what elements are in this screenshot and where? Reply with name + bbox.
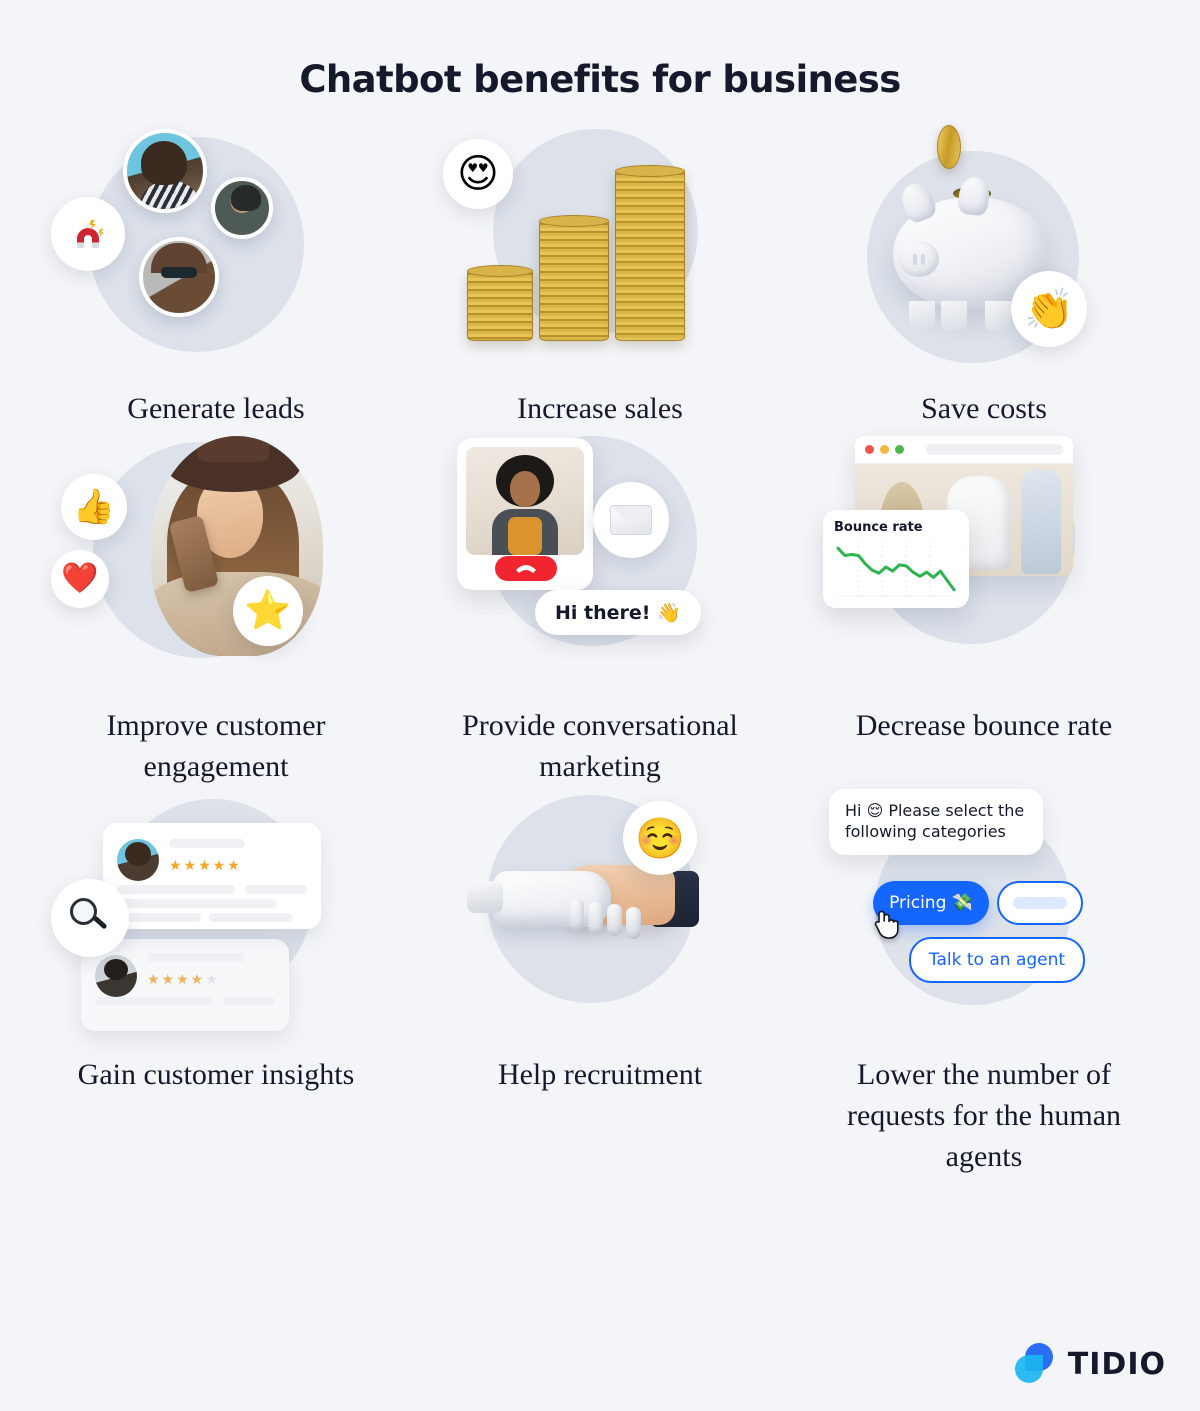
heart-eyes-emoji-icon: 😍 <box>443 139 513 209</box>
chat-message-bubble: Hi 😌 Please select the following categor… <box>829 789 1043 855</box>
clapping-hands-emoji-icon: 👏 <box>1011 271 1087 347</box>
piggy-snout <box>899 241 939 277</box>
illustration-lower-requests: Hi 😌 Please select the following categor… <box>819 787 1149 1035</box>
coin-stack-medium <box>539 215 609 341</box>
piggy-leg <box>909 301 935 331</box>
illustration-save-costs: 👏 <box>819 119 1149 371</box>
benefit-card-increase-sales: 😍 Increase sales <box>408 119 792 430</box>
minimize-icon[interactable] <box>880 444 889 454</box>
benefit-label: Lower the number of requests for the hum… <box>846 1058 1122 1173</box>
bounce-rate-line-chart <box>836 539 956 597</box>
benefit-label: Save costs <box>921 392 1047 425</box>
magnet-icon <box>51 197 125 271</box>
benefit-card-lower-requests: Hi 😌 Please select the following categor… <box>792 787 1176 1177</box>
thumbs-up-emoji-icon: 👍 <box>61 473 127 540</box>
video-call-card <box>457 437 593 590</box>
benefit-label: Generate leads <box>127 392 305 425</box>
envelope-icon <box>593 481 669 558</box>
face <box>510 470 540 507</box>
browser-titlebar <box>855 435 1073 464</box>
close-icon[interactable] <box>865 444 874 454</box>
illustration-improve-engagement: 👍 ❤️ ⭐ <box>51 430 381 682</box>
benefit-card-help-recruitment: ☺️ Help recruitment <box>408 787 792 1177</box>
maximize-icon[interactable] <box>895 444 904 454</box>
piggy-leg <box>985 301 1011 331</box>
benefit-card-improve-engagement: 👍 ❤️ ⭐ Improve customer engagement <box>24 430 408 788</box>
benefit-card-decrease-bounce-rate: Bounce rate Decrease bounce rate <box>792 430 1176 788</box>
red-heart-emoji-icon: ❤️ <box>51 549 109 608</box>
benefits-grid: Generate leads 😍 Increase sales 👏 Save c… <box>0 119 1200 1178</box>
coin-stack-small <box>467 265 533 341</box>
star-emoji-icon: ⭐ <box>233 575 303 646</box>
quick-reply-placeholder-button[interactable] <box>997 881 1083 926</box>
benefit-card-customer-insights: ★★★★★ ★★★★★ Gain customer insights <box>24 787 408 1177</box>
body <box>492 508 558 555</box>
rating-stars: ★★★★★ <box>169 857 242 874</box>
benefit-label: Help recruitment <box>497 1058 703 1092</box>
avatar <box>139 237 219 317</box>
benefit-card-save-costs: 👏 Save costs <box>792 119 1176 430</box>
tidio-wordmark: TIDIO <box>1067 1346 1166 1382</box>
benefit-card-conversational-marketing: Hi there! 👋 Provide conversational marke… <box>408 430 792 788</box>
magnifying-glass-icon <box>51 879 129 958</box>
robot-fingers <box>569 899 647 940</box>
pointer-cursor-icon <box>873 909 899 940</box>
coin-stack-large <box>615 165 685 341</box>
quick-reply-talk-to-agent-button[interactable]: Talk to an agent <box>909 937 1085 984</box>
end-call-button[interactable] <box>495 555 557 581</box>
benefit-label: Increase sales <box>517 392 683 425</box>
handshake-robot-human <box>467 865 699 940</box>
illustration-increase-sales: 😍 <box>435 119 765 371</box>
chart-title: Bounce rate <box>834 519 923 535</box>
jeans-product <box>1021 469 1061 574</box>
bounce-rate-chart-card: Bounce rate <box>823 509 969 608</box>
review-card: ★★★★★ <box>103 823 321 930</box>
tidio-logo: TIDIO <box>1014 1343 1166 1385</box>
avatar <box>123 129 207 213</box>
rating-stars: ★★★★★ <box>147 971 220 988</box>
video-call-photo <box>466 446 584 555</box>
illustration-help-recruitment: ☺️ <box>435 787 765 1035</box>
illustration-decrease-bounce-rate: Bounce rate <box>819 430 1149 682</box>
benefit-label: Decrease bounce rate <box>855 708 1113 742</box>
avatar <box>95 955 137 998</box>
benefit-card-generate-leads: Generate leads <box>24 119 408 430</box>
hat <box>165 435 301 492</box>
benefit-label: Improve customer engagement <box>106 708 326 783</box>
relieved-smile-emoji-icon: ☺️ <box>623 801 697 876</box>
tidio-mark-icon <box>1014 1343 1057 1385</box>
illustration-generate-leads <box>51 119 381 371</box>
falling-coin-icon <box>937 125 961 169</box>
avatar <box>211 177 273 239</box>
illustration-customer-insights: ★★★★★ ★★★★★ <box>51 787 381 1035</box>
piggy-leg <box>941 301 967 331</box>
review-card: ★★★★★ <box>81 939 289 1032</box>
avatar <box>117 839 159 882</box>
page-title: Chatbot benefits for business <box>299 58 901 101</box>
illustration-conversational-marketing: Hi there! 👋 <box>435 430 765 682</box>
chat-bubble-greeting: Hi there! 👋 <box>535 589 701 635</box>
benefit-label: Provide conversational marketing <box>462 708 738 783</box>
benefit-label: Gain customer insights <box>77 1058 355 1092</box>
address-bar[interactable] <box>926 443 1063 455</box>
